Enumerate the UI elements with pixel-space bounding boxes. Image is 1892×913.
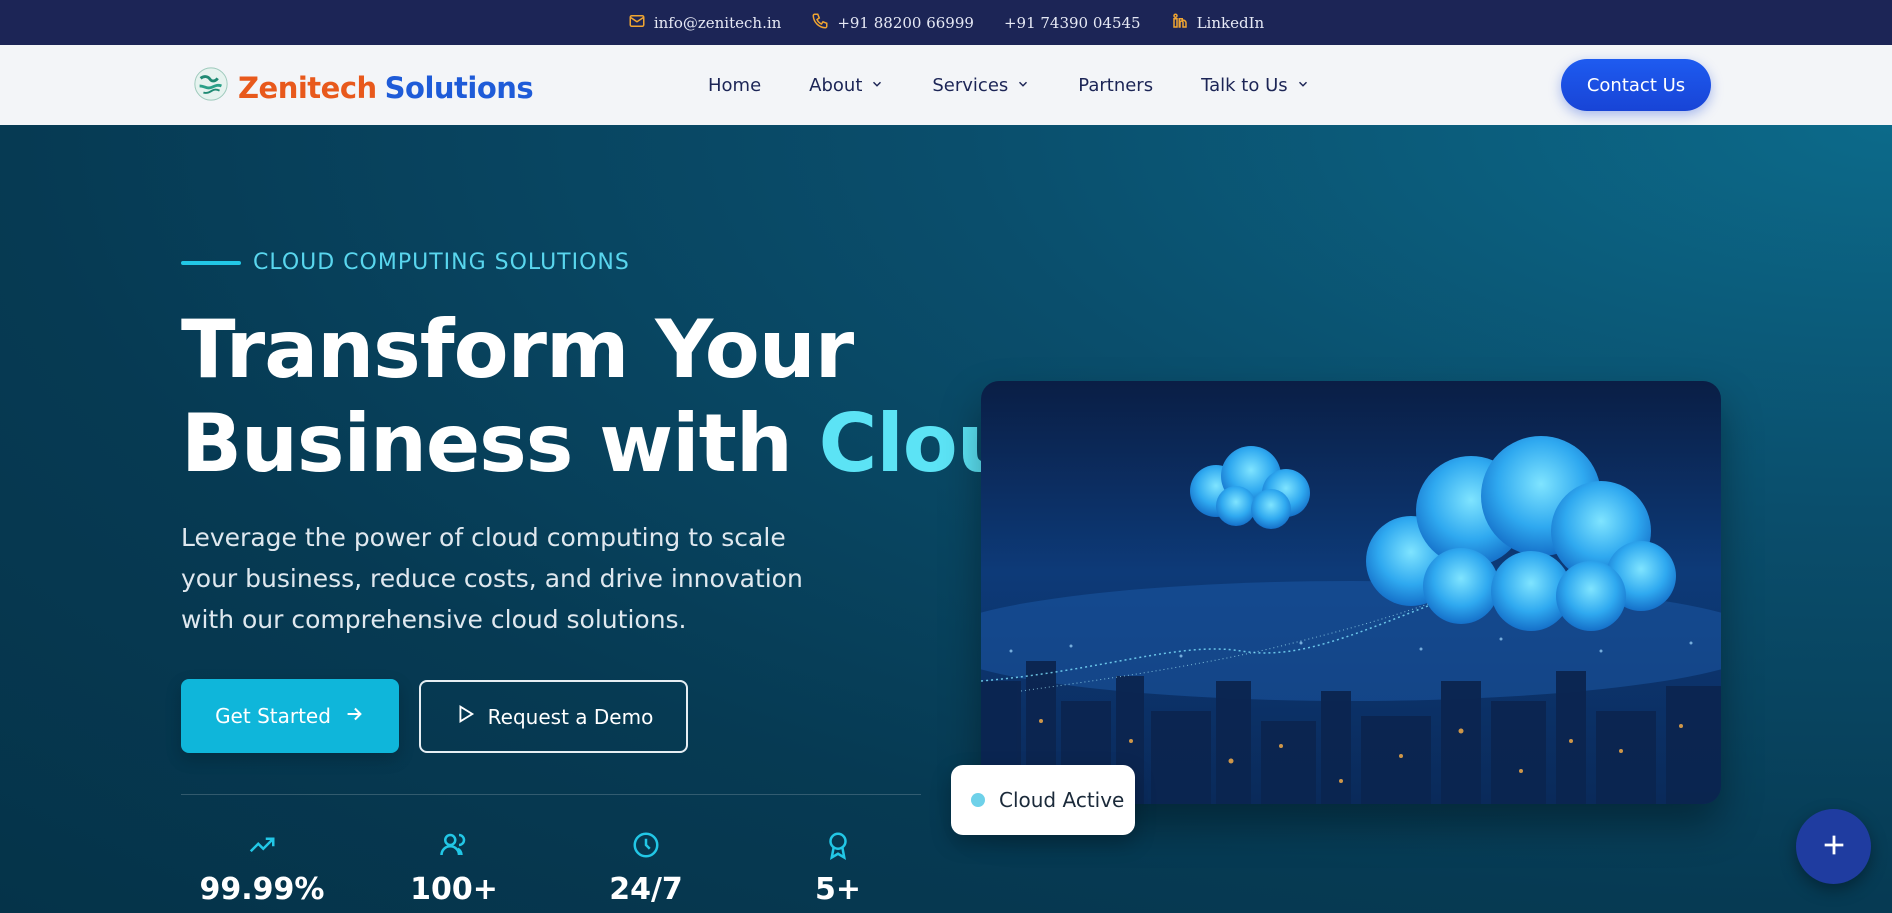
status-dot-icon [971, 793, 985, 807]
logo-word-zenitech: Zenitech [238, 70, 377, 105]
chevron-down-icon [1016, 75, 1030, 96]
phone-text-1: +91 88200 66999 [837, 13, 974, 32]
logo-word-solutions: Solutions [384, 70, 534, 105]
arrow-right-icon [343, 703, 365, 730]
email-contact[interactable]: info@zenitech.in [628, 12, 781, 34]
stat-uptime: 99.99% [182, 830, 342, 907]
phone-text-2: +91 74390 04545 [1003, 13, 1141, 32]
hero-headline: Transform Your Business with Cloud [181, 303, 1070, 491]
clock-icon [631, 830, 661, 864]
phone-icon [811, 12, 829, 34]
stats-divider [181, 794, 921, 795]
contact-us-button[interactable]: Contact Us [1561, 59, 1711, 111]
stat-experience: 5+ [758, 830, 918, 907]
nav-partners-label: Partners [1078, 74, 1154, 96]
mail-icon [628, 12, 646, 34]
stat-value: 5+ [814, 872, 861, 907]
nav-home[interactable]: Home [708, 75, 761, 96]
nav-about-label: About [809, 74, 863, 96]
nav-services[interactable]: Services [932, 75, 1030, 96]
stat-value: 100+ [410, 872, 498, 907]
chevron-down-icon [870, 75, 884, 96]
trending-up-icon [247, 830, 277, 864]
headline-line-2-text: Business with [181, 397, 819, 490]
eyebrow-accent-line [181, 260, 241, 265]
main-nav: Home About Services Partners Talk to Us [708, 45, 1310, 125]
nav-talk-to-us-label: Talk to Us [1201, 74, 1288, 96]
linkedin-link[interactable]: LinkedIn [1171, 12, 1265, 34]
cloud-active-badge: Cloud Active [951, 765, 1135, 835]
phone-contact-1[interactable]: +91 88200 66999 [811, 12, 974, 34]
floating-action-button[interactable] [1796, 809, 1871, 884]
cloud-active-label: Cloud Active [999, 788, 1125, 812]
globe-logo-icon [192, 65, 230, 110]
nav-home-label: Home [708, 74, 762, 96]
get-started-button[interactable]: Get Started [181, 679, 399, 753]
email-text: info@zenitech.in [653, 13, 782, 32]
hero-eyebrow: CLOUD COMPUTING SOLUTIONS [181, 250, 630, 275]
chevron-down-icon [1296, 75, 1310, 96]
request-demo-label: Request a Demo [487, 704, 654, 729]
play-icon [454, 703, 476, 730]
nav-partners[interactable]: Partners [1078, 75, 1153, 96]
stat-clients: 100+ [374, 830, 534, 907]
headline-line-2: Business with Cloud [181, 397, 1070, 491]
nav-talk-to-us[interactable]: Talk to Us [1201, 75, 1310, 96]
request-demo-button[interactable]: Request a Demo [419, 680, 688, 753]
linkedin-icon [1171, 12, 1189, 34]
stat-support: 24/7 [566, 830, 726, 907]
phone-contact-2[interactable]: +91 74390 04545 [1004, 14, 1141, 32]
eyebrow-text: CLOUD COMPUTING SOLUTIONS [253, 250, 630, 275]
plus-icon [1820, 831, 1848, 863]
logo[interactable]: Zenitech Solutions [192, 65, 534, 110]
hero-section: CLOUD COMPUTING SOLUTIONS Transform Your… [0, 125, 1892, 913]
top-contact-bar: info@zenitech.in +91 88200 66999 +91 743… [0, 0, 1892, 45]
nav-services-label: Services [932, 74, 1009, 96]
hero-subtext: Leverage the power of cloud computing to… [181, 523, 803, 634]
stat-value: 24/7 [609, 872, 683, 907]
headline-line-1: Transform Your [181, 303, 854, 396]
main-header: Zenitech Solutions Home About Services P… [0, 45, 1892, 125]
users-icon [439, 830, 469, 864]
nav-about[interactable]: About [809, 75, 884, 96]
award-icon [823, 830, 853, 864]
linkedin-text: LinkedIn [1196, 13, 1265, 32]
cloud-city-image [981, 381, 1721, 804]
get-started-label: Get Started [215, 704, 331, 728]
stat-value: 99.99% [199, 872, 325, 907]
stats-row: 99.99% 100+ 24/7 5+ [181, 830, 921, 910]
